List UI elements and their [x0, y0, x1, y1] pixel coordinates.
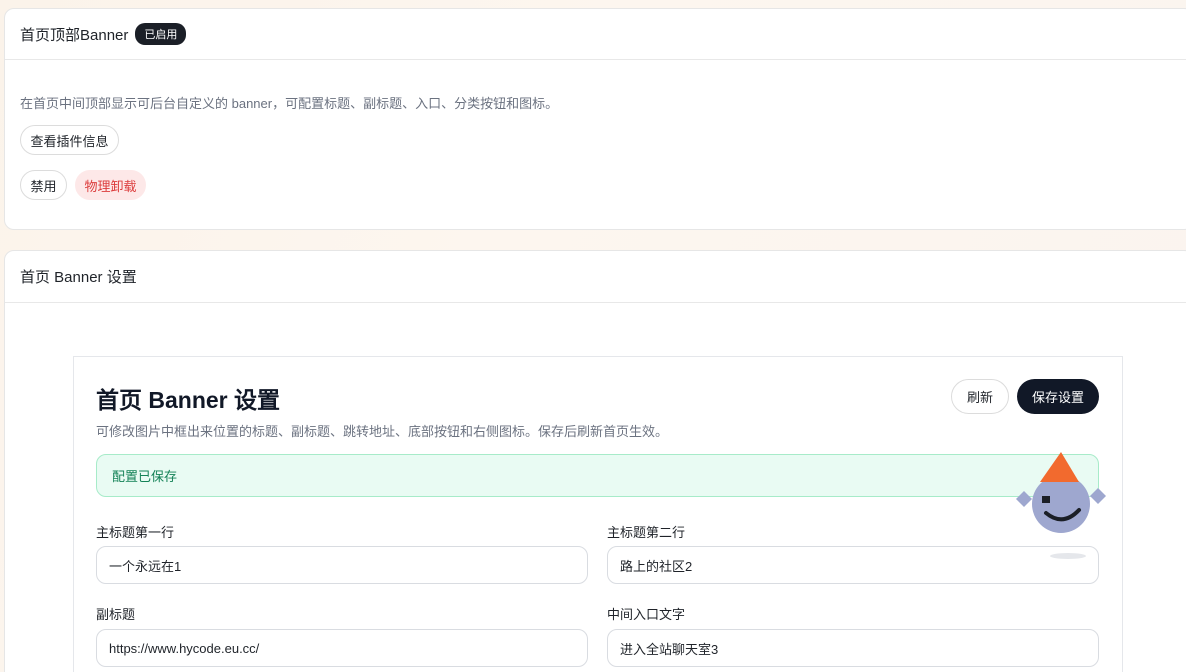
uninstall-button[interactable]: 物理卸载 [75, 170, 146, 200]
entry-text-label: 中间入口文字 [607, 607, 686, 622]
save-settings-button[interactable]: 保存设置 [1017, 379, 1099, 414]
status-badge: 已启用 [135, 23, 187, 45]
saved-alert: 配置已保存 [96, 454, 1099, 497]
panel-subtitle: 可修改图片中框出来位置的标题、副标题、跳转地址、底部按钮和右侧图标。保存后刷新首… [96, 424, 669, 439]
plugin-card-header: 首页顶部Banner 已启用 [5, 9, 1186, 60]
entry-text-input[interactable]: 进入全站聊天室3 [607, 629, 1099, 667]
view-plugin-info-button[interactable]: 查看插件信息 [20, 125, 119, 155]
plugin-card: 首页顶部Banner 已启用 在首页中间顶部显示可后台自定义的 banner，可… [4, 8, 1186, 230]
mascot-icon [1016, 452, 1106, 559]
plugin-description: 在首页中间顶部显示可后台自定义的 banner，可配置标题、副标题、入口、分类按… [20, 96, 559, 111]
title-line1-input[interactable]: 一个永远在1 [96, 546, 588, 584]
title-line1-label: 主标题第一行 [96, 525, 175, 540]
subtitle-input[interactable]: https://www.hycode.eu.cc/ [96, 629, 588, 667]
settings-card-title: 首页 Banner 设置 [20, 269, 137, 286]
panel-title: 首页 Banner 设置 [96, 387, 281, 413]
settings-card: 首页 Banner 设置 首页 Banner 设置 可修改图片中框出来位置的标题… [4, 250, 1186, 672]
banner-settings-panel: 首页 Banner 设置 可修改图片中框出来位置的标题、副标题、跳转地址、底部按… [73, 356, 1123, 672]
title-line2-label: 主标题第二行 [607, 525, 686, 540]
disable-button[interactable]: 禁用 [20, 170, 67, 200]
refresh-button[interactable]: 刷新 [951, 379, 1009, 414]
settings-card-header: 首页 Banner 设置 [5, 251, 1186, 303]
plugin-name: 首页顶部Banner [20, 26, 129, 44]
subtitle-label: 副标题 [96, 607, 136, 622]
